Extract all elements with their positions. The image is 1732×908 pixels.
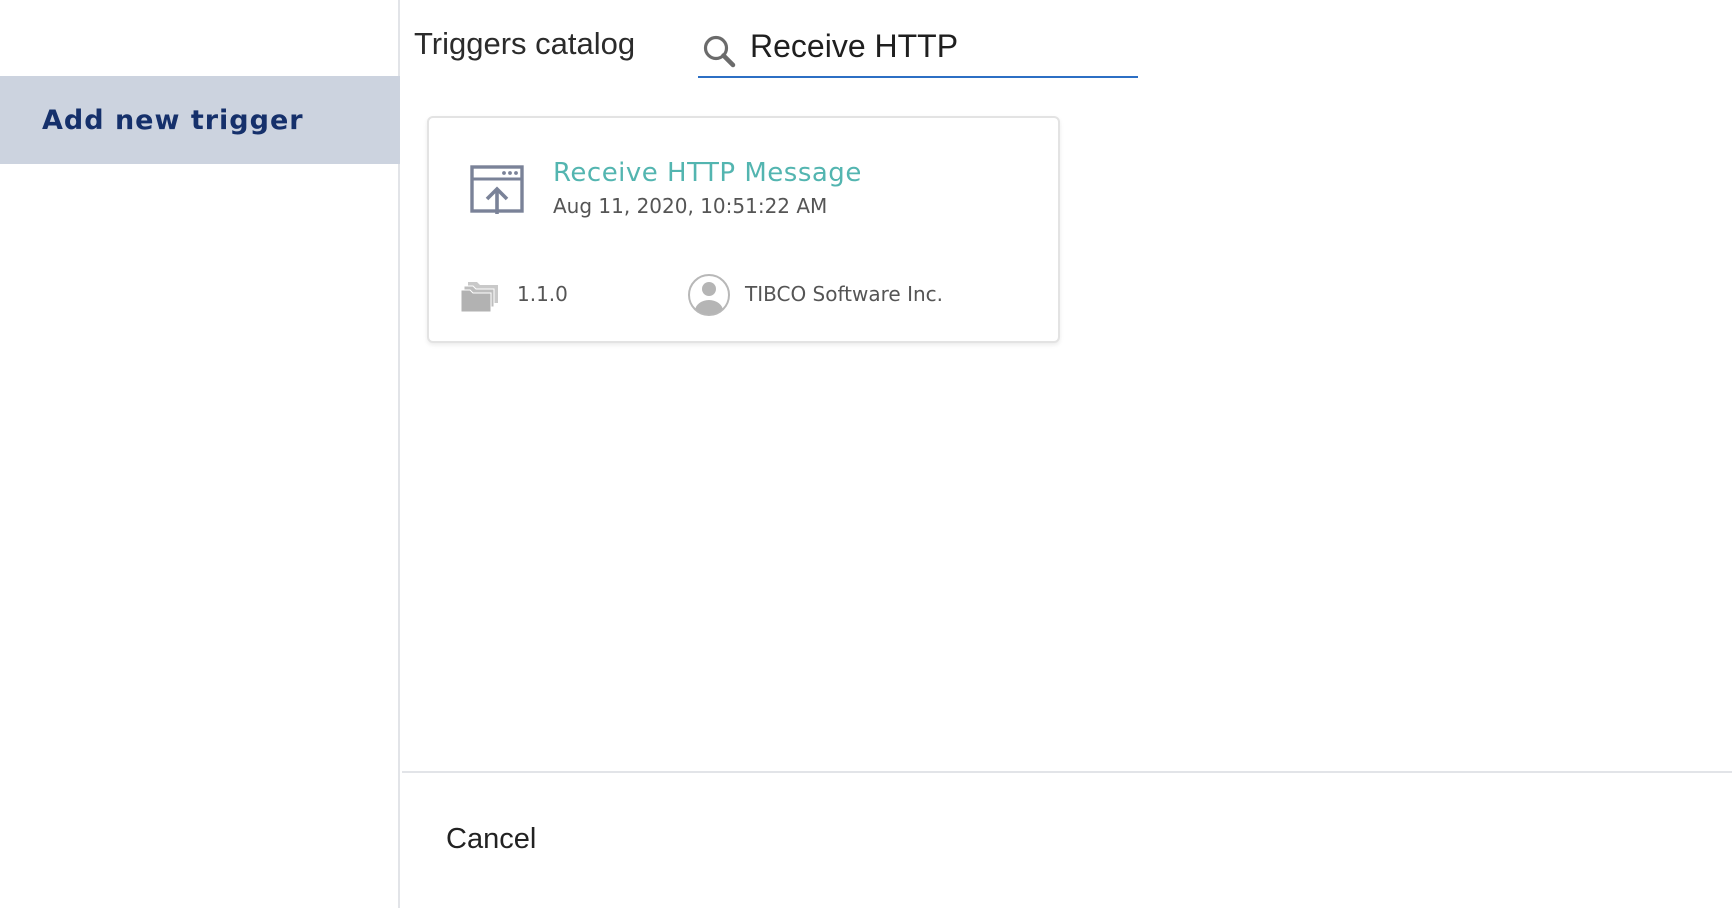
search-input[interactable] xyxy=(750,26,1130,66)
cancel-button[interactable]: Cancel xyxy=(446,823,536,856)
sidebar-item-label: Add new trigger xyxy=(42,104,304,136)
http-receive-icon xyxy=(470,165,524,214)
user-icon xyxy=(688,274,730,316)
sidebar: Add new trigger xyxy=(0,0,400,908)
sidebar-item-add-new-trigger[interactable]: Add new trigger xyxy=(0,76,400,164)
page-title: Triggers catalog xyxy=(414,26,636,61)
search-box xyxy=(698,18,1138,78)
folder-icon xyxy=(460,282,498,313)
trigger-date: Aug 11, 2020, 10:51:22 AM xyxy=(553,194,828,218)
footer-divider xyxy=(402,771,1732,773)
trigger-catalog-dialog: Add new trigger Triggers catalog Receive… xyxy=(0,0,1732,908)
main-panel: Triggers catalog Receive HTTP Message Au… xyxy=(402,0,1732,908)
search-icon xyxy=(703,35,736,68)
trigger-version: 1.1.0 xyxy=(517,282,568,306)
trigger-vendor: TIBCO Software Inc. xyxy=(745,282,943,306)
trigger-name: Receive HTTP Message xyxy=(553,158,862,188)
trigger-card[interactable]: Receive HTTP Message Aug 11, 2020, 10:51… xyxy=(427,116,1060,343)
